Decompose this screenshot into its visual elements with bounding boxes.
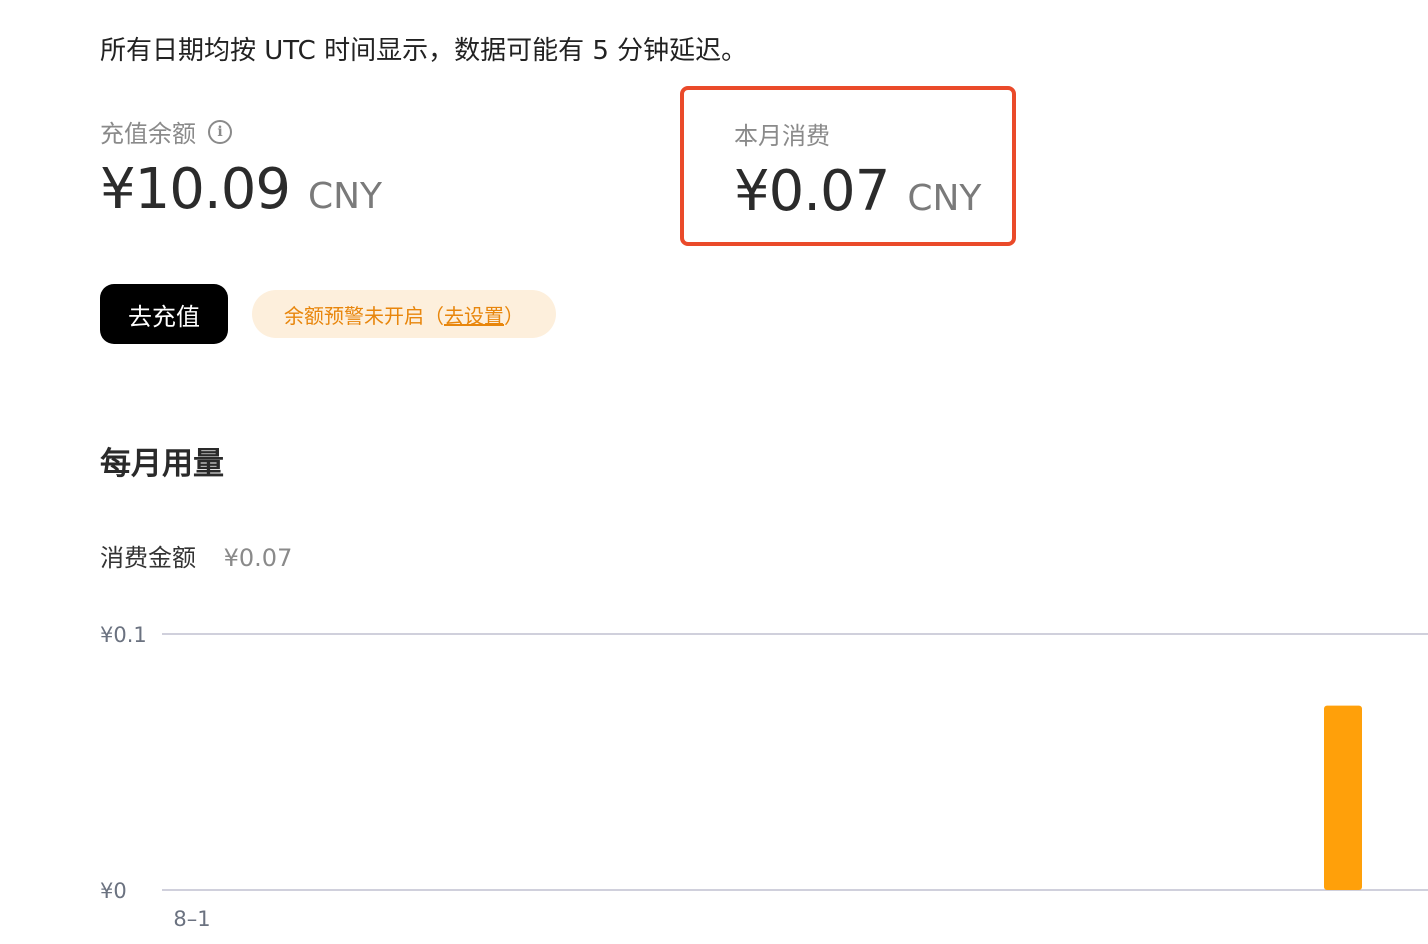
balance-stat: 充值余额 i ¥10.09 CNY: [100, 114, 382, 222]
spend-summary-label: 消费金额: [100, 544, 196, 572]
balance-currency: CNY: [307, 176, 383, 217]
monthly-usage-title: 每月用量: [100, 446, 224, 482]
timezone-notice: 所有日期均按 UTC 时间显示，数据可能有 5 分钟延迟。: [100, 36, 748, 66]
month-spend-stat: 本月消费 ¥0.07 CNY: [680, 86, 1016, 246]
spend-summary: 消费金额 ¥0.07: [100, 538, 292, 573]
info-icon[interactable]: i: [208, 119, 232, 144]
balance-amount: ¥10.09: [100, 157, 291, 222]
month-spend-currency: CNY: [907, 178, 982, 219]
x-tick-label: 8–1: [173, 907, 210, 931]
balance-label: 充值余额: [100, 120, 196, 148]
y-tick-label: ¥0.1: [100, 623, 147, 647]
month-spend-label: 本月消费: [734, 122, 830, 150]
y-tick-label: ¥0: [100, 879, 127, 903]
usage-bar-chart: ¥0.1 ¥0 8–1: [100, 623, 1428, 931]
month-spend-amount: ¥0.07: [734, 159, 890, 224]
balance-alert-badge: 余额预警未开启（ 去设置）: [252, 290, 556, 338]
usage-bar: [1324, 705, 1362, 890]
spend-summary-value: ¥0.07: [223, 544, 293, 572]
alert-suffix: ）: [504, 303, 524, 328]
alert-settings-link[interactable]: 去设置: [444, 300, 504, 329]
alert-text: 余额预警未开启（: [284, 303, 444, 328]
topup-button[interactable]: 去充值: [100, 284, 228, 344]
